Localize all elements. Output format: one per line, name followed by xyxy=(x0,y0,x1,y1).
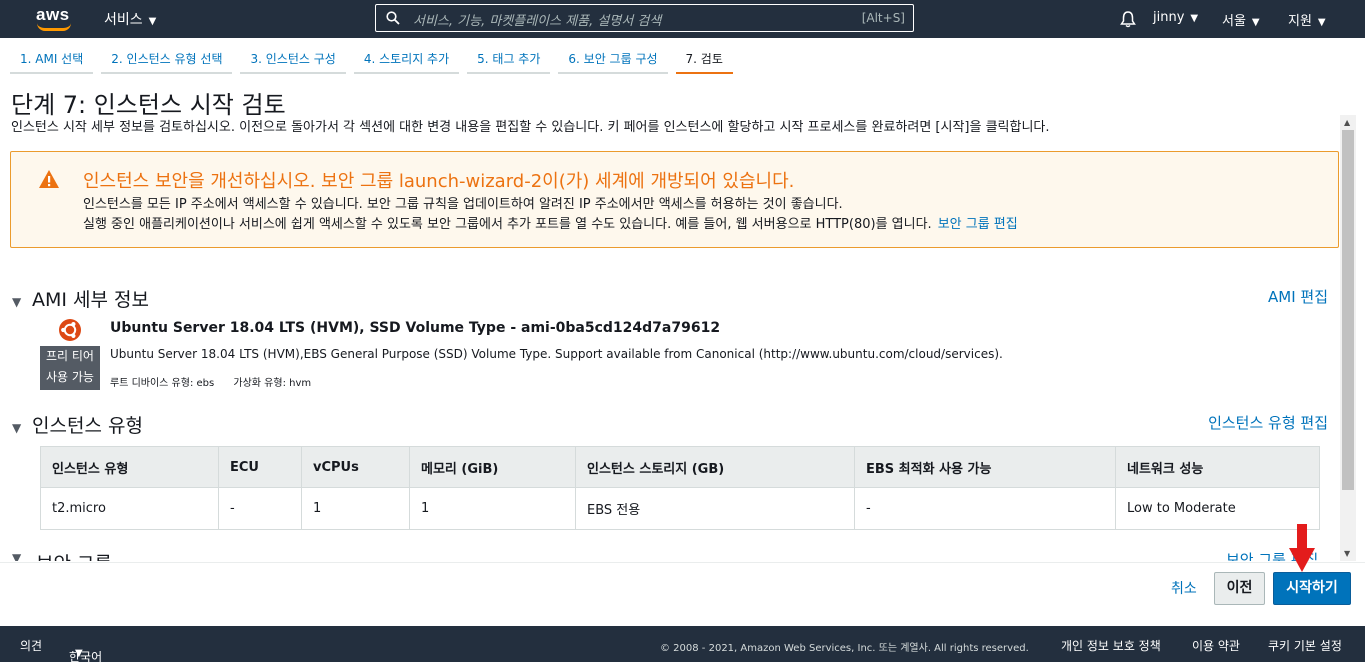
language-label: 한국어 xyxy=(69,650,103,664)
free-tier-badge: 프리 티어 사용 가능 xyxy=(40,346,100,390)
security-group-section-header[interactable]: ▼ 보안 그룹 보안 그룹 편집 xyxy=(12,549,1342,561)
ami-metadata: 루트 디바이스 유형: ebs 가상화 유형: hvm xyxy=(110,374,327,389)
free-tier-line-2: 사용 가능 xyxy=(46,370,94,384)
ami-description: Ubuntu Server 18.04 LTS (HVM),EBS Genera… xyxy=(110,347,1003,361)
action-bar xyxy=(0,562,1365,626)
edit-ami-link[interactable]: AMI 편집 xyxy=(1268,286,1328,307)
collapse-triangle-icon[interactable]: ▼ xyxy=(12,551,28,561)
search-placeholder: 서비스, 기능, 마켓플레이스 제품, 설명서 검색 xyxy=(413,14,662,29)
chevron-down-icon: ▼ xyxy=(75,648,83,659)
content-scrollbar[interactable]: ▲ ▼ xyxy=(1340,115,1356,561)
feedback-link[interactable]: 의견 xyxy=(20,637,42,654)
chevron-down-icon: ▼ xyxy=(1251,17,1260,28)
column-header: ECU xyxy=(218,446,302,488)
table-cell: 1 xyxy=(301,487,410,530)
alert-message-1: 인스턴스를 모든 IP 주소에서 액세스할 수 있습니다. 보안 그룹 규칙을 … xyxy=(83,197,843,212)
wizard-steps: 1. AMI 선택 2. 인스턴스 유형 선택 3. 인스턴스 구성 4. 스토… xyxy=(10,44,741,74)
alert-message-2: 실행 중인 애플리케이션이나 서비스에 쉽게 액세스할 수 있도록 보안 그룹에… xyxy=(83,213,1018,232)
services-label: 서비스 xyxy=(104,12,143,28)
table-cell: EBS 전용 xyxy=(575,487,855,530)
column-header: 네트워크 성능 xyxy=(1115,446,1320,488)
alert-message-2-text: 실행 중인 애플리케이션이나 서비스에 쉽게 액세스할 수 있도록 보안 그룹에… xyxy=(83,217,932,232)
aws-smile-icon xyxy=(37,23,71,31)
page-footer: 의견 한국어 ▼ © 2008 - 2021, Amazon Web Servic… xyxy=(0,626,1365,664)
step-add-tags[interactable]: 5. 태그 추가 xyxy=(467,44,551,74)
table-row: t2.micro - 1 1 EBS 전용 - Low to Moderate xyxy=(40,487,1320,530)
support-label: 지원 xyxy=(1288,14,1312,29)
page-title: 단계 7: 인스턴스 시작 검토 xyxy=(11,91,286,119)
ami-name: Ubuntu Server 18.04 LTS (HVM), SSD Volum… xyxy=(110,320,721,336)
step-review[interactable]: 7. 검토 xyxy=(675,44,733,74)
region-name: 서울 xyxy=(1222,14,1246,29)
collapse-triangle-icon[interactable]: ▼ xyxy=(12,295,28,309)
free-tier-line-1: 프리 티어 xyxy=(46,349,94,363)
scroll-up-icon[interactable]: ▲ xyxy=(1344,118,1350,127)
copyright-text: © 2008 - 2021, Amazon Web Services, Inc.… xyxy=(660,643,1029,654)
table-cell: t2.micro xyxy=(40,487,219,530)
ubuntu-logo-icon xyxy=(59,319,81,341)
security-warning-alert: 인스턴스 보안을 개선하십시오. 보안 그룹 launch-wizard-2이(… xyxy=(10,151,1339,248)
account-name: jinny xyxy=(1153,10,1185,25)
cancel-button[interactable]: 취소 xyxy=(1171,578,1197,598)
edit-security-group-link[interactable]: 보안 그룹 편집 xyxy=(938,217,1018,232)
column-header: vCPUs xyxy=(301,446,410,488)
support-menu[interactable]: 지원 ▼ xyxy=(1288,10,1326,29)
chevron-down-icon: ▼ xyxy=(1317,17,1326,28)
search-shortcut-hint: [Alt+S] xyxy=(861,11,905,25)
chevron-down-icon: ▼ xyxy=(1190,13,1199,24)
step-choose-instance-type[interactable]: 2. 인스턴스 유형 선택 xyxy=(101,44,233,74)
instance-type-section-header[interactable]: ▼ 인스턴스 유형 xyxy=(12,411,1342,437)
search-input[interactable]: 서비스, 기능, 마켓플레이스 제품, 설명서 검색 [Alt+S] xyxy=(375,4,914,32)
aws-logo-text: aws xyxy=(36,5,70,24)
root-device-type: 루트 디바이스 유형: ebs xyxy=(110,378,215,389)
terms-link[interactable]: 이용 약관 xyxy=(1192,637,1240,654)
step-add-storage[interactable]: 4. 스토리지 추가 xyxy=(353,44,460,74)
step-configure-instance[interactable]: 3. 인스턴스 구성 xyxy=(240,44,346,74)
edit-instance-type-link[interactable]: 인스턴스 유형 편집 xyxy=(1208,412,1328,433)
column-header: 인스턴스 스토리지 (GB) xyxy=(575,446,855,488)
alert-title: 인스턴스 보안을 개선하십시오. 보안 그룹 launch-wizard-2이(… xyxy=(83,171,795,192)
account-menu[interactable]: jinny ▼ xyxy=(1153,10,1198,25)
column-header: EBS 최적화 사용 가능 xyxy=(854,446,1116,488)
cookie-preferences-link[interactable]: 쿠키 기본 설정 xyxy=(1268,637,1342,654)
table-cell: 1 xyxy=(409,487,576,530)
instance-type-section-title: 인스턴스 유형 xyxy=(32,415,143,437)
table-header-row: 인스턴스 유형 ECU vCPUs 메모리 (GiB) 인스턴스 스토리지 (G… xyxy=(40,446,1320,488)
ami-section-header[interactable]: ▼ AMI 세부 정보 xyxy=(12,285,1342,311)
launch-button[interactable]: 시작하기 xyxy=(1273,572,1351,605)
services-menu[interactable]: 서비스 ▼ xyxy=(104,9,156,29)
region-menu[interactable]: 서울 ▼ xyxy=(1222,10,1260,29)
warning-icon xyxy=(39,170,59,188)
security-group-section-title: 보안 그룹 xyxy=(36,549,112,561)
instance-type-table: 인스턴스 유형 ECU vCPUs 메모리 (GiB) 인스턴스 스토리지 (G… xyxy=(40,446,1320,530)
red-arrow-annotation-icon xyxy=(1289,524,1315,572)
scroll-thumb[interactable] xyxy=(1342,130,1354,490)
ami-section-title: AMI 세부 정보 xyxy=(32,289,149,311)
step-choose-ami[interactable]: 1. AMI 선택 xyxy=(10,44,94,74)
aws-logo[interactable]: aws xyxy=(36,5,76,33)
table-cell: - xyxy=(854,487,1116,530)
column-header: 메모리 (GiB) xyxy=(409,446,576,488)
top-navigation: aws 서비스 ▼ 서비스, 기능, 마켓플레이스 제품, 설명서 검색 [Alt… xyxy=(0,0,1365,38)
chevron-down-icon: ▼ xyxy=(148,16,157,27)
virtualization-type: 가상화 유형: hvm xyxy=(233,378,312,389)
scroll-down-icon[interactable]: ▼ xyxy=(1344,549,1350,558)
column-header: 인스턴스 유형 xyxy=(40,446,219,488)
search-icon xyxy=(386,11,400,25)
notification-bell-icon[interactable] xyxy=(1120,10,1136,28)
table-cell: - xyxy=(218,487,302,530)
page-description: 인스턴스 시작 세부 정보를 검토하십시오. 이전으로 돌아가서 각 섹션에 대… xyxy=(11,120,1050,135)
step-configure-security-group[interactable]: 6. 보안 그룹 구성 xyxy=(558,44,668,74)
collapse-triangle-icon[interactable]: ▼ xyxy=(12,421,28,435)
previous-button[interactable]: 이전 xyxy=(1214,572,1265,605)
privacy-policy-link[interactable]: 개인 정보 보호 정책 xyxy=(1061,637,1161,654)
